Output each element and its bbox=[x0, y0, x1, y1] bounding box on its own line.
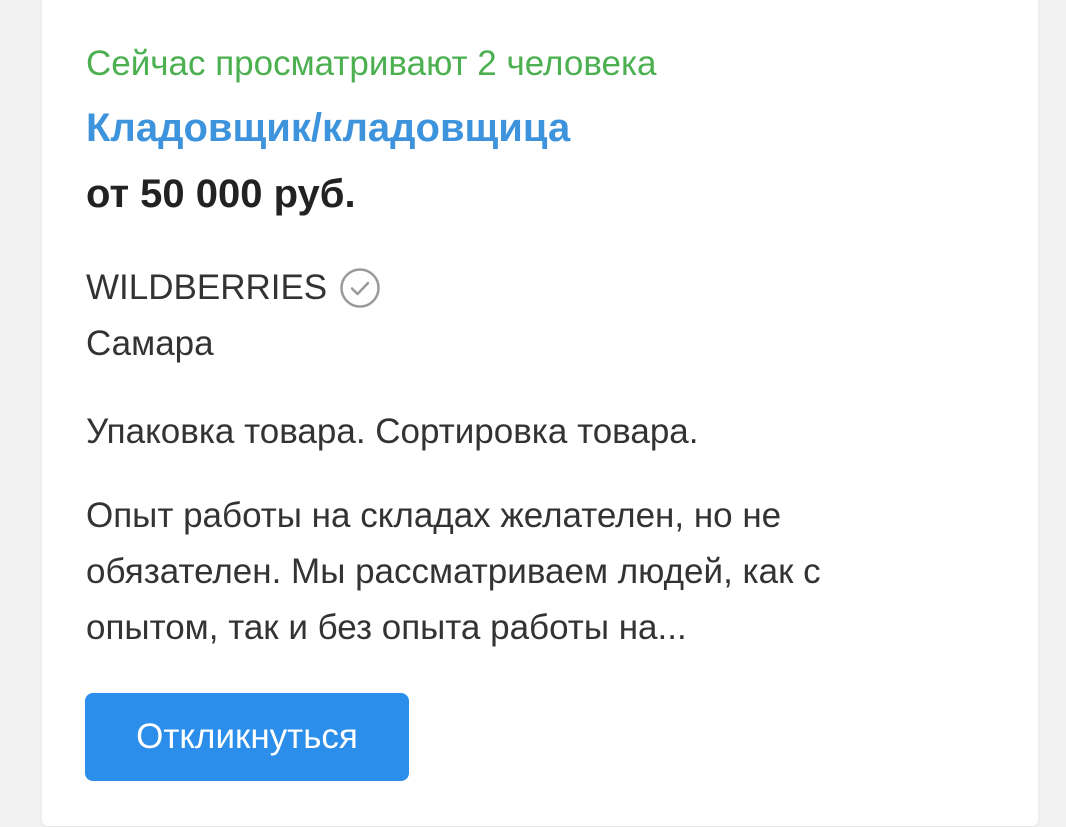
vacancy-title-link[interactable]: Кладовщик/кладовщица bbox=[86, 106, 570, 151]
verified-check-icon bbox=[339, 267, 381, 309]
viewers-count-text: Сейчас просматривают 2 человека bbox=[86, 44, 657, 83]
vacancy-card[interactable]: Сейчас просматривают 2 человека Кладовщи… bbox=[42, 0, 1038, 826]
company-name-link[interactable]: WILDBERRIES bbox=[86, 268, 327, 308]
description-text: Опыт работы на складах желателен, но не … bbox=[86, 496, 821, 647]
duties-text: Упаковка товара. Сортировка товара. bbox=[86, 412, 699, 451]
city-text: Самара bbox=[86, 324, 214, 363]
salary-text: от 50 000 руб. bbox=[86, 172, 356, 216]
company-row: WILDBERRIES bbox=[86, 267, 381, 309]
apply-button[interactable]: Откликнуться bbox=[85, 693, 409, 781]
